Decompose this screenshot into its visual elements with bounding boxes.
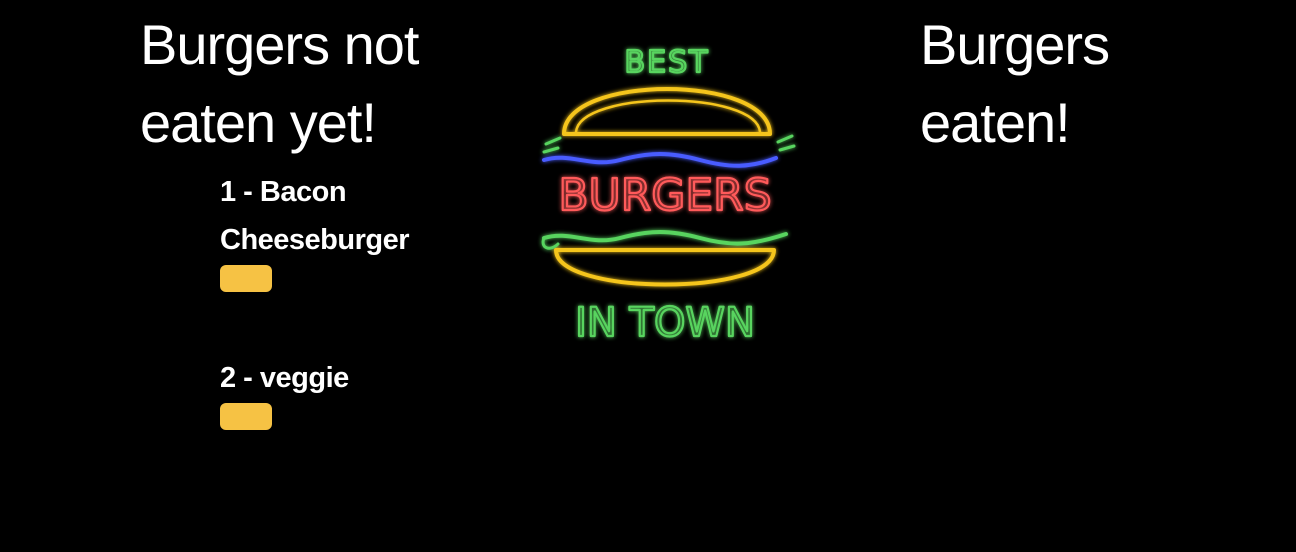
eaten-column: Burgers eaten! [920,0,1220,162]
list-item: 1 - Bacon Cheeseburger [220,168,460,292]
neon-burger-logo: BEST BURGERS IN TOWN [530,34,800,354]
burger-name: 2 - veggie [220,362,349,394]
burger-name: 1 - Bacon Cheeseburger [220,176,410,256]
page: Burgers not eaten yet! 1 - Bacon Cheeseb… [0,0,1296,552]
devour-button[interactable] [220,265,272,292]
sign-burgers-text: BURGERS [558,170,771,221]
burger-list: 1 - Bacon Cheeseburger 2 - veggie [220,168,460,430]
sign-in-town-text: IN TOWN [575,300,755,346]
sign-best-text: BEST [625,45,710,80]
eaten-heading: Burgers eaten! [920,13,1110,154]
list-item: 2 - veggie [220,354,460,430]
not-eaten-column: Burgers not eaten yet! 1 - Bacon Cheeseb… [140,0,440,492]
devour-button[interactable] [220,403,272,430]
not-eaten-heading: Burgers not eaten yet! [140,13,420,154]
